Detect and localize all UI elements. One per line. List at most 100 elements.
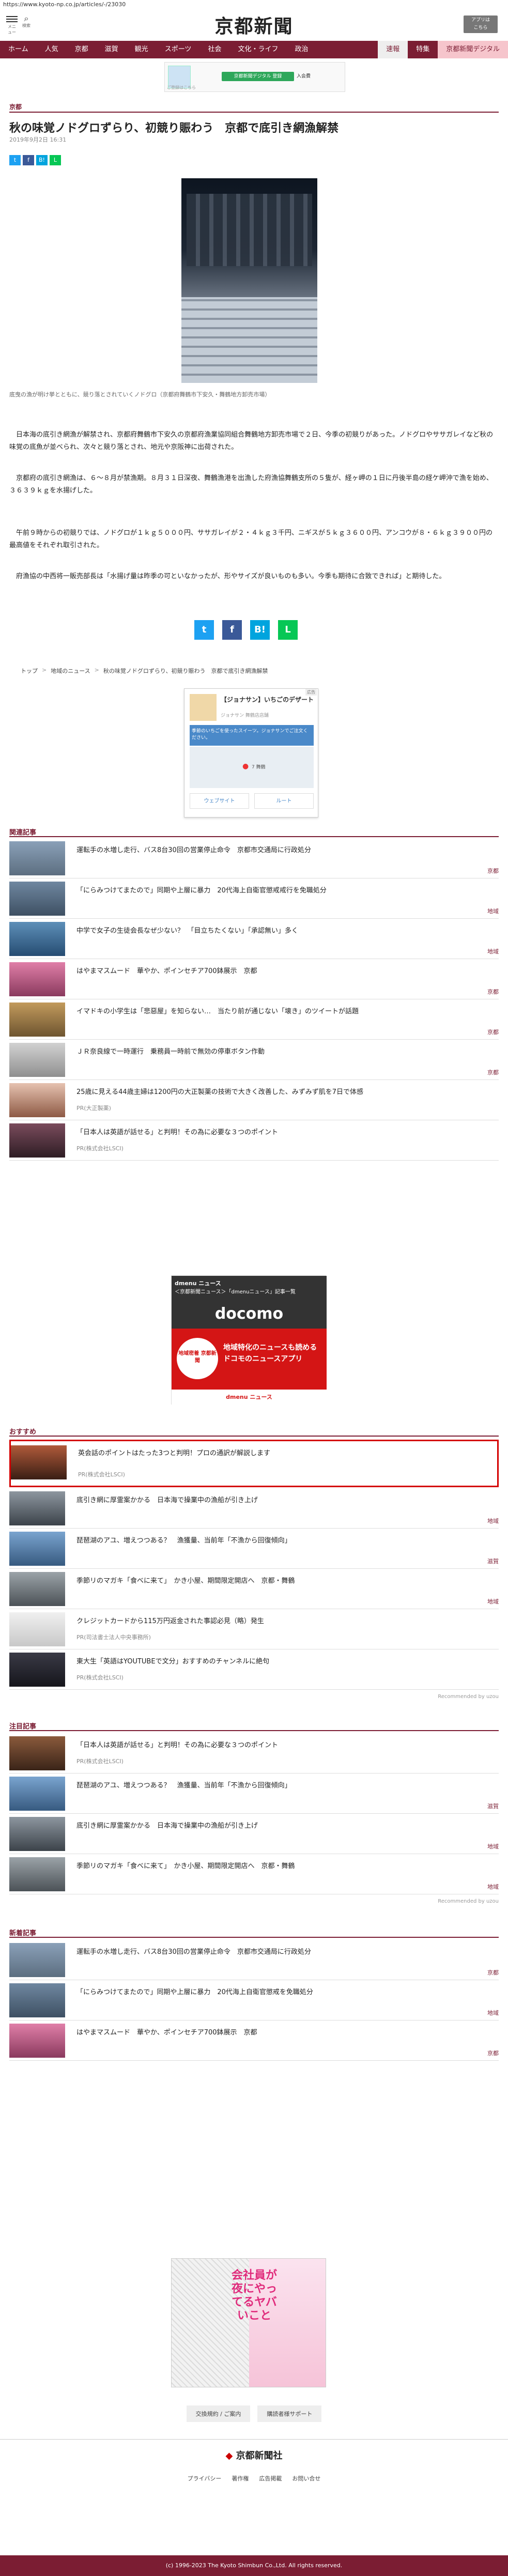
item-thumbnail bbox=[9, 962, 65, 996]
item-pr-label: PR(株式会社LSCI) bbox=[76, 1145, 124, 1152]
item-tag[interactable]: 京都 bbox=[487, 1968, 499, 1977]
item-tag[interactable]: 京都 bbox=[487, 867, 499, 875]
section-rule bbox=[9, 112, 499, 113]
local-ad-card[interactable]: 広告 【ジョナサン】いちごのデザート ジョナサン 舞鶴店店舗 季節のいちごを使っ… bbox=[184, 688, 318, 817]
list-item[interactable]: 「日本人は英語が話せる」と判明！その為に必要な３つのポイント PR(株式会社LS… bbox=[9, 1120, 499, 1161]
footer-link[interactable]: 広告掲載 bbox=[259, 2474, 282, 2482]
manga-ad[interactable]: 会社員が夜にやってるヤバいこと bbox=[171, 2258, 326, 2387]
nav-item-sports[interactable]: スポーツ bbox=[157, 41, 200, 58]
list-item[interactable]: 底引き網に厚霊案かかる 日本海で操業中の漁船が引き上げ 地域 bbox=[9, 1814, 499, 1854]
list-item[interactable]: 季節リのマガキ「食べに来て」 かき小屋、期間限定開店へ 京都・舞鶴 地域 bbox=[9, 1569, 499, 1609]
footer-link[interactable]: プライバシー bbox=[188, 2474, 222, 2482]
ad-website-button[interactable]: ウェブサイト bbox=[190, 793, 249, 809]
list-item[interactable]: 季節リのマガキ「食べに来て」 かき小屋、期間限定開店へ 京都・舞鶴 地域 bbox=[9, 1854, 499, 1894]
list-item[interactable]: 底引き網に厚霊案かかる 日本海で操業中の漁船が引き上げ 地域 bbox=[9, 1488, 499, 1529]
dmenu-ad[interactable]: dmenu ニュース ＜京都新聞ニュース＞「dmenuニュース」記事一覧 doc… bbox=[171, 1275, 327, 1405]
list-item[interactable]: 「日本人は英語が話せる」と判明！その為に必要な３つのポイント PR(株式会社LS… bbox=[9, 1733, 499, 1773]
article-photo[interactable] bbox=[181, 178, 317, 383]
dmenu-footer: dmenu ニュース bbox=[172, 1390, 327, 1405]
list-item[interactable]: 琵琶湖のアユ、増えつつある？ 漁獲量、当前年「不漁から回復傾向」 滋賀 bbox=[9, 1529, 499, 1569]
item-tag[interactable]: 京都 bbox=[487, 2049, 499, 2057]
uzou-credit[interactable]: Recommended by uzou bbox=[438, 1694, 499, 1700]
item-tag[interactable]: 地域 bbox=[487, 2009, 499, 2017]
item-tag[interactable]: 滋賀 bbox=[487, 1802, 499, 1810]
top-ad-banner[interactable]: 京都新聞デジタル 登録 入会費 ご登録はこちら bbox=[164, 62, 345, 92]
nav-item-kyoto[interactable]: 京都 bbox=[67, 41, 97, 58]
ad-map[interactable]: ● 7 舞鶴 bbox=[190, 747, 314, 788]
article-section-label[interactable]: 京都 bbox=[9, 102, 22, 111]
item-tag[interactable]: 京都 bbox=[487, 1068, 499, 1076]
list-item[interactable]: はやまマスムード 華やか、ポインセチア700鉢展示 京都 京都 bbox=[9, 959, 499, 999]
item-thumbnail bbox=[9, 841, 65, 875]
facebook-share-icon[interactable]: f bbox=[23, 155, 34, 165]
item-tag[interactable]: 地域 bbox=[487, 1597, 499, 1606]
hatena-share-icon[interactable]: B! bbox=[36, 155, 48, 165]
nav-right: 速報 特集 京都新聞デジタル bbox=[378, 41, 508, 58]
item-tag[interactable]: 滋賀 bbox=[487, 1557, 499, 1565]
item-pr-label: PR(株式会社LSCI) bbox=[78, 1471, 125, 1478]
list-item[interactable]: 「にらみつけてまたので」同期や上層に暴力 20代海上自衛官懲戒戒行を免職処分 地… bbox=[9, 878, 499, 919]
item-tag[interactable]: 地域 bbox=[487, 1883, 499, 1891]
nav-item-shiga[interactable]: 滋賀 bbox=[97, 41, 127, 58]
list-item[interactable]: 運転手の水増し走行、バス8台30回の営業停止命令 京都市交通局に行政処分 京都 bbox=[9, 1940, 499, 1980]
ad-caption: ご登録はこちら bbox=[167, 85, 196, 90]
dmenu-sub: dmenu ニュース bbox=[175, 1280, 221, 1287]
breadcrumb-item[interactable]: 地域のニュース bbox=[51, 667, 90, 675]
list-item[interactable]: 東大生「英語はYOUTUBEで文分」おすすめのチャンネルに絶句 PR(株式会社L… bbox=[9, 1649, 499, 1690]
item-title: イマドキの小学生は「悲惡屋」を知らない… 当たり前が通じない「壊き」のツイートが… bbox=[76, 1008, 359, 1015]
list-item[interactable]: 中学で女子の生徒会長なぜ少ない？ 「目立ちたくない」「承認無い」多く 地域 bbox=[9, 919, 499, 959]
nav-item-tourism[interactable]: 観光 bbox=[127, 41, 157, 58]
list-item[interactable]: はやまマスムード 華やか、ポインセチア700鉢展示 京都 京都 bbox=[9, 2020, 499, 2061]
site-logo[interactable]: 京都新聞 bbox=[0, 11, 508, 38]
item-tag[interactable]: 京都 bbox=[487, 1028, 499, 1036]
item-title: 琵琶湖のアユ、増えつつある？ 漁獲量、当前年「不漁から回復傾向」 bbox=[76, 1537, 291, 1545]
twitter-share-icon[interactable]: t bbox=[194, 620, 214, 640]
line-share-icon[interactable]: L bbox=[278, 620, 298, 640]
breadcrumb-item[interactable]: トップ bbox=[21, 667, 38, 675]
item-tag[interactable]: 地域 bbox=[487, 1517, 499, 1525]
facebook-share-icon[interactable]: f bbox=[222, 620, 242, 640]
nav-item-culture[interactable]: 文化・ライフ bbox=[229, 41, 286, 58]
nav-item-digital[interactable]: 京都新聞デジタル bbox=[438, 41, 508, 58]
dmenu-top-text: ＜京都新聞ニュース＞「dmenuニュース」記事一覧 bbox=[175, 1289, 296, 1295]
main-nav: ホーム 人気 京都 滋賀 観光 スポーツ 社会 文化・ライフ 政治 速報 特集 … bbox=[0, 41, 508, 58]
twitter-share-icon[interactable]: t bbox=[9, 155, 21, 165]
list-item[interactable]: イマドキの小学生は「悲惡屋」を知らない… 当たり前が通じない「壊き」のツイートが… bbox=[9, 999, 499, 1040]
item-tag[interactable]: 地域 bbox=[487, 947, 499, 955]
item-title: 中学で女子の生徒会長なぜ少ない？ 「目立ちたくない」「承認無い」多く bbox=[76, 927, 299, 935]
item-tag[interactable]: 地域 bbox=[487, 907, 499, 915]
list-item[interactable]: クレジットカードから115万円返金された事認必見（略）発生 PR(司法書士法人中… bbox=[9, 1609, 499, 1649]
nav-item-feature[interactable]: 特集 bbox=[408, 41, 438, 58]
item-title: 「日本人は英語が話せる」と判明！その為に必要な３つのポイント bbox=[76, 1129, 279, 1136]
nav-item-society[interactable]: 社会 bbox=[199, 41, 229, 58]
ad-cta-button[interactable]: 京都新聞デジタル 登録 bbox=[222, 72, 294, 81]
terms-link[interactable]: 交換規約 / ご案内 bbox=[186, 2405, 251, 2422]
nav-item-popular[interactable]: 人気 bbox=[37, 41, 67, 58]
list-item[interactable]: 運転手の水増し走行、バス8台30回の営業停止命令 京都市交通局に行政処分 京都 bbox=[9, 838, 499, 878]
footer-logo[interactable]: ◆ 京都新聞社 bbox=[0, 2448, 508, 2462]
list-item-highlighted[interactable]: 英会話のポイントはたった3つと判明！プロの通訳が解説します PR(株式会社LSC… bbox=[9, 1440, 499, 1487]
footer-link[interactable]: 著作権 bbox=[232, 2474, 249, 2482]
line-share-icon[interactable]: L bbox=[50, 155, 61, 165]
list-item[interactable]: ＪＲ奈良線で一時運行 乗務員一時前で無効の停車ボタン作動 京都 bbox=[9, 1040, 499, 1080]
section-rule bbox=[9, 1937, 499, 1938]
footer-link[interactable]: お問い合せ bbox=[292, 2474, 320, 2482]
manga-ad-text: 会社員が夜にやってるヤバいこと bbox=[231, 2269, 277, 2322]
list-item[interactable]: 琵琶湖のアユ、増えつつある？ 漁獲量、当前年「不漁から回復傾向」 滋賀 bbox=[9, 1773, 499, 1814]
list-item[interactable]: 25歳に見える44歳主婦は1200円の大正製薬の技術で大きく改善した、みずみず肌… bbox=[9, 1080, 499, 1120]
item-tag[interactable]: 京都 bbox=[487, 988, 499, 996]
nav-item-politics[interactable]: 政治 bbox=[286, 41, 316, 58]
hatena-share-icon[interactable]: B! bbox=[250, 620, 270, 640]
item-thumbnail bbox=[11, 1445, 67, 1479]
nav-item-breaking[interactable]: 速報 bbox=[378, 41, 408, 58]
item-tag[interactable]: 地域 bbox=[487, 1842, 499, 1850]
uzou-credit[interactable]: Recommended by uzou bbox=[438, 1899, 499, 1904]
item-thumbnail bbox=[9, 1491, 65, 1525]
list-item[interactable]: 「にらみつけてまたので」同期や上層に暴力 20代海上自衛官懲戒を免職処分 地域 bbox=[9, 1980, 499, 2020]
item-thumbnail bbox=[9, 1943, 65, 1977]
support-link[interactable]: 購読者様サポート bbox=[257, 2405, 322, 2422]
nav-item-home[interactable]: ホーム bbox=[0, 41, 37, 58]
app-button[interactable]: アプリは こちら bbox=[464, 16, 498, 33]
ad-route-button[interactable]: ルート bbox=[254, 793, 314, 809]
article-paragraph: 京都府の底引き網漁は、６～８月が禁漁期。８月３１日深夜、舞鶴漁港を出漁した府漁協… bbox=[9, 474, 493, 495]
